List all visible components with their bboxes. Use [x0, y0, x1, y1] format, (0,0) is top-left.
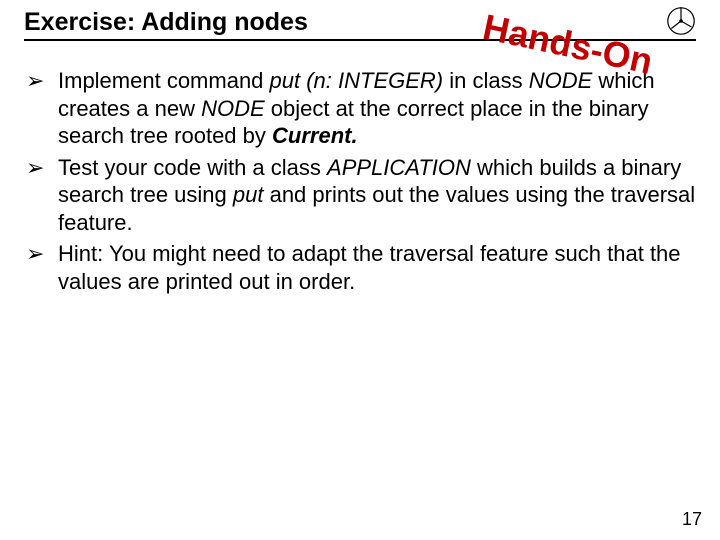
bullet-marker: ➢ [24, 154, 58, 237]
bullet-item: ➢Hint: You might need to adapt the trave… [24, 240, 696, 295]
slide-title: Exercise: Adding nodes [24, 8, 308, 37]
text-run: Test your code with a class [58, 155, 327, 180]
text-run: put (n: INTEGER) [270, 68, 444, 93]
logo-icon [666, 6, 696, 36]
text-run: APPLICATION [327, 155, 471, 180]
text-run: Current. [272, 123, 358, 148]
page-number: 17 [682, 509, 702, 530]
bullet-text: Hint: You might need to adapt the traver… [58, 240, 696, 295]
text-run: NODE [201, 96, 265, 121]
text-run: NODE [529, 68, 593, 93]
text-run: Implement command [58, 68, 270, 93]
text-run: in class [443, 68, 529, 93]
text-run: put [233, 182, 264, 207]
bullet-item: ➢Test your code with a class APPLICATION… [24, 154, 696, 237]
text-run: Hint: You might need to adapt the traver… [58, 241, 681, 294]
slide-body: ➢Implement command put (n: INTEGER) in c… [24, 67, 696, 295]
bullet-text: Implement command put (n: INTEGER) in cl… [58, 67, 696, 150]
bullet-item: ➢Implement command put (n: INTEGER) in c… [24, 67, 696, 150]
header: Exercise: Adding nodes [24, 8, 696, 41]
slide: Exercise: Adding nodes Hands-On ➢Impleme… [0, 0, 720, 540]
bullet-text: Test your code with a class APPLICATION … [58, 154, 696, 237]
bullet-marker: ➢ [24, 67, 58, 150]
bullet-marker: ➢ [24, 240, 58, 295]
